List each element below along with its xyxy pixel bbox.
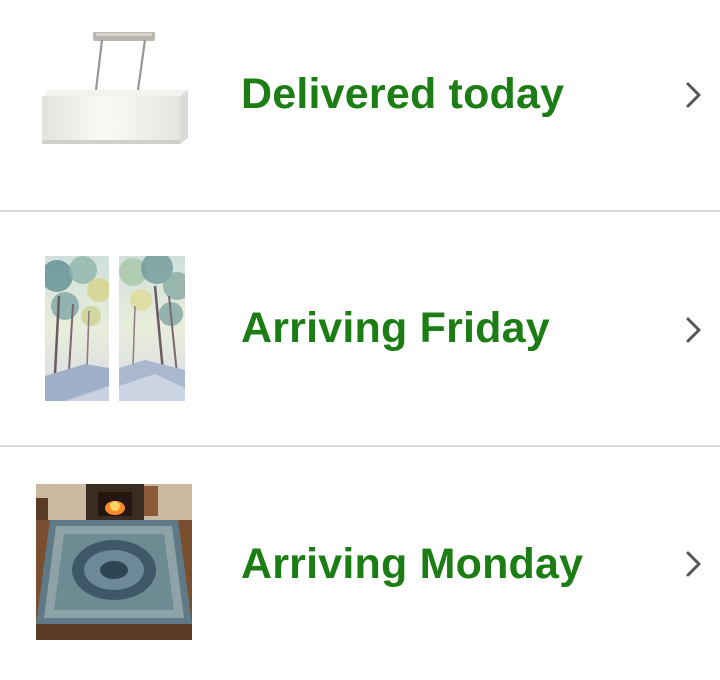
chevron-right-icon (683, 80, 705, 110)
product-thumbnail-area-rug (36, 484, 192, 640)
order-row-delivered-today[interactable]: Delivered today (0, 0, 720, 210)
order-row-arriving-friday[interactable]: Arriving Friday (0, 211, 720, 445)
product-thumbnail-canvas-art (45, 256, 185, 401)
product-thumbnail-pendant-light (38, 28, 188, 153)
delivery-status-label: Arriving Friday (241, 304, 550, 352)
delivery-status-label: Delivered today (241, 70, 565, 118)
chevron-right-icon (683, 549, 705, 579)
order-list: Delivered today Arriving Friday Arriving… (0, 0, 720, 680)
delivery-status-label: Arriving Monday (241, 540, 584, 588)
order-row-arriving-monday[interactable]: Arriving Monday (0, 446, 720, 680)
chevron-right-icon (683, 315, 705, 345)
